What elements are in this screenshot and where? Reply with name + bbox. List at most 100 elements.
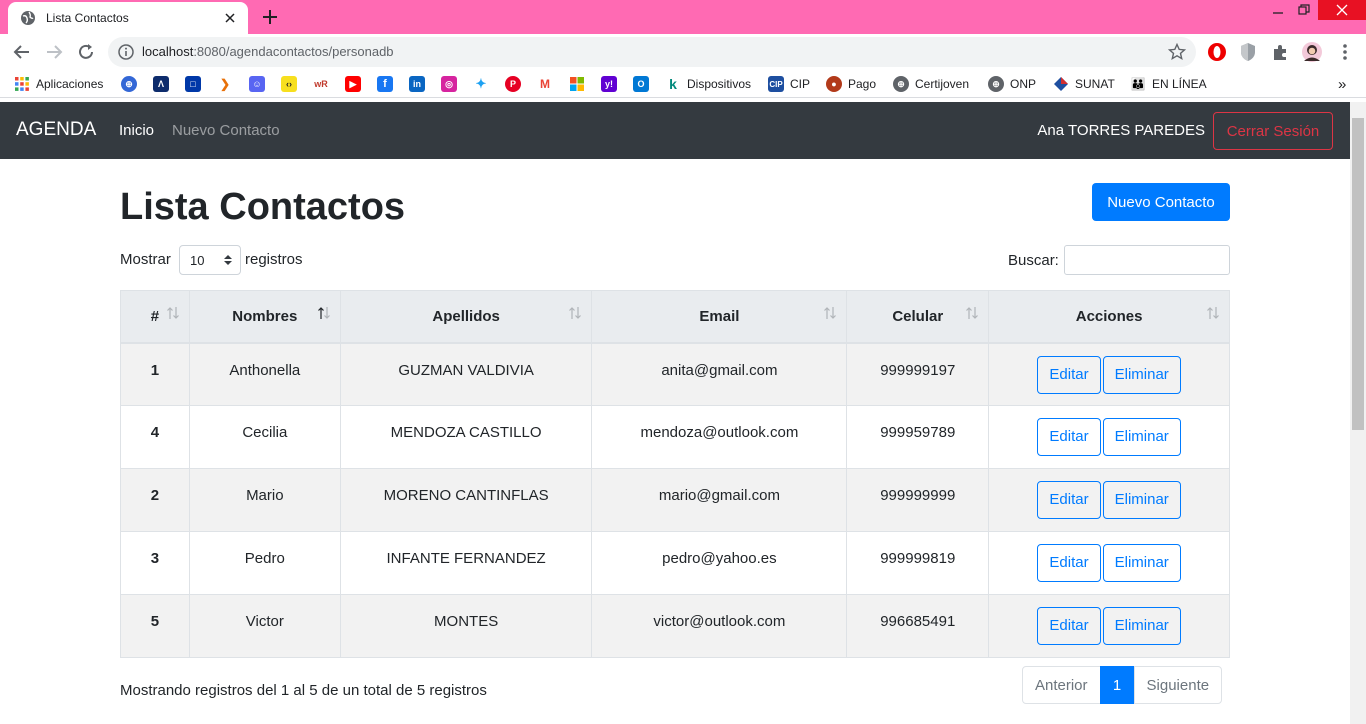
scrollbar-thumb[interactable] [1352,118,1364,430]
new-tab-icon[interactable] [260,7,280,27]
header-col-acciones[interactable]: Acciones [988,290,1230,344]
menu-kebab-icon[interactable] [1334,41,1356,63]
edit-button[interactable]: Editar [1037,481,1101,519]
star-icon[interactable] [1168,43,1186,61]
restore-icon[interactable] [1292,0,1316,20]
browser-tab-strip: Lista Contactos [0,0,1366,34]
bookmark-yahoo[interactable]: y! [601,76,617,92]
bookmark-square[interactable]: □ [185,76,201,92]
cell-apellidos: INFANTE FERNANDEZ [339,531,593,595]
pagination-next[interactable]: Siguiente [1133,666,1223,704]
info-icon[interactable] [118,44,134,60]
bookmark-instagram[interactable]: ◎ [441,76,457,92]
header-col-celular[interactable]: Celular [846,290,990,344]
cell-acciones: Editar Eliminar [988,531,1230,595]
globe-icon: ⊕ [121,76,137,92]
new-contact-button[interactable]: Nuevo Contacto [1092,183,1230,221]
page-size-select[interactable]: 10 [179,245,241,275]
facebook-icon: f [377,76,393,92]
bookmark-certijoven[interactable]: ⊕ Certijoven [893,76,969,92]
column-header-label: Email [699,307,740,325]
delete-button[interactable]: Eliminar [1102,418,1181,456]
sort-arrows-icon [317,306,330,320]
table-info-text: Mostrando registros del 1 al 5 de un tot… [120,682,487,699]
column-header-label: # [150,307,160,325]
bookmark-youtube[interactable]: ▶ [345,76,361,92]
pagination-previous[interactable]: Anterior [1022,666,1101,704]
cell-nombres: Cecilia [188,405,341,469]
edit-button[interactable]: Editar [1037,418,1101,456]
bookmark-gmail[interactable]: M [537,76,553,92]
cell-id: 5 [120,594,190,658]
delete-button[interactable]: Eliminar [1102,355,1181,394]
close-window-icon[interactable] [1318,0,1366,20]
bookmark-onp[interactable]: ⊕ ONP [988,76,1036,92]
edit-button[interactable]: Editar [1037,544,1101,582]
back-arrow-icon[interactable] [12,42,32,62]
puzzle-extensions-icon[interactable] [1269,41,1291,63]
logout-button[interactable]: Cerrar Sesión [1213,112,1333,150]
bookmark-wr[interactable]: wR [313,76,329,92]
page-scrollbar[interactable] [1350,102,1366,724]
cell-email: anita@gmail.com [591,342,848,406]
bookmark-cip[interactable]: CIP CIP [768,76,810,92]
address-bar[interactable]: localhost:8080/agendacontactos/personadb [108,37,1196,67]
bookmark-outlook[interactable]: O [633,76,649,92]
cell-nombres: Mario [188,468,341,532]
header-col-number[interactable]: # [120,290,190,344]
bookmark-en-linea[interactable]: 👪 EN LÍNEA [1130,76,1207,92]
bookmark-facebook[interactable]: f [377,76,393,92]
forward-arrow-icon[interactable] [44,42,64,62]
nav-link-inicio[interactable]: Inicio [119,122,154,139]
cell-celular: 999999197 [846,342,990,406]
url-host: localhost [142,44,194,59]
column-header-label: Nombres [232,307,298,325]
bookmark-pinterest[interactable]: P [505,76,521,92]
nav-link-nuevo-contacto[interactable]: Nuevo Contacto [172,122,280,139]
wordreference-icon: wR [313,76,329,92]
microsoft-icon [569,76,585,92]
bookmark-pago[interactable]: ● Pago [826,76,876,92]
bookmark-a[interactable]: Λ [153,76,169,92]
bookmarks-overflow[interactable]: » [1338,76,1346,93]
browser-tab[interactable]: Lista Contactos [8,2,248,34]
table-row: 4 Cecilia MENDOZA CASTILLO mendoza@outlook.… [120,405,1230,469]
delete-button[interactable]: Eliminar [1102,544,1181,582]
cell-celular: 999999999 [846,468,990,532]
reload-icon[interactable] [76,42,96,62]
header-col-nombres[interactable]: Nombres [188,290,341,344]
header-col-email[interactable]: Email [591,290,848,344]
bookmark-label: CIP [790,77,811,91]
edit-button[interactable]: Editar [1037,607,1101,645]
bookmark-globe[interactable]: ⊕ [121,76,137,92]
close-tab-icon[interactable] [222,10,238,26]
bookmark-twitter[interactable]: ✦ [473,76,489,92]
bookmark-microsoft[interactable] [569,76,585,92]
delete-button[interactable]: Eliminar [1102,481,1181,519]
bookmark-play[interactable]: ❯ [217,76,233,92]
bookmark-dispositivos[interactable]: k Dispositivos [665,76,751,92]
browser-toolbar: localhost:8080/agendacontactos/personadb [0,34,1366,70]
bookmark-discord[interactable]: ☺ [249,76,265,92]
select-arrows-icon [224,254,232,266]
edit-button[interactable]: Editar [1037,355,1101,394]
profile-avatar[interactable] [1301,41,1323,63]
opera-extension-icon[interactable] [1206,41,1228,63]
play-icon: ❯ [217,76,233,92]
header-col-apellidos[interactable]: Apellidos [339,290,593,344]
bookmark-apps[interactable]: Aplicaciones [14,76,103,92]
minimize-icon[interactable] [1266,0,1290,20]
bookmark-sunat[interactable]: SUNAT [1053,76,1115,92]
page-size-value: 10 [190,253,205,268]
bookmark-code[interactable]: ‹› [281,76,297,92]
cell-acciones: Editar Eliminar [988,468,1230,532]
delete-button[interactable]: Eliminar [1102,607,1181,645]
shield-extension-icon[interactable] [1237,41,1259,63]
bookmark-linkedin[interactable]: in [409,76,425,92]
sort-arrows-icon [569,306,582,320]
pagination-page-1[interactable]: 1 [1099,666,1135,704]
discord-icon: ☺ [249,76,265,92]
brand-logo[interactable]: AGENDA [16,119,96,141]
bookmarks-bar: Aplicaciones ⊕ Λ □ ❯ ☺ ‹› wR ▶ f in ◎ ✦ … [0,70,1366,98]
search-input[interactable] [1064,245,1230,275]
